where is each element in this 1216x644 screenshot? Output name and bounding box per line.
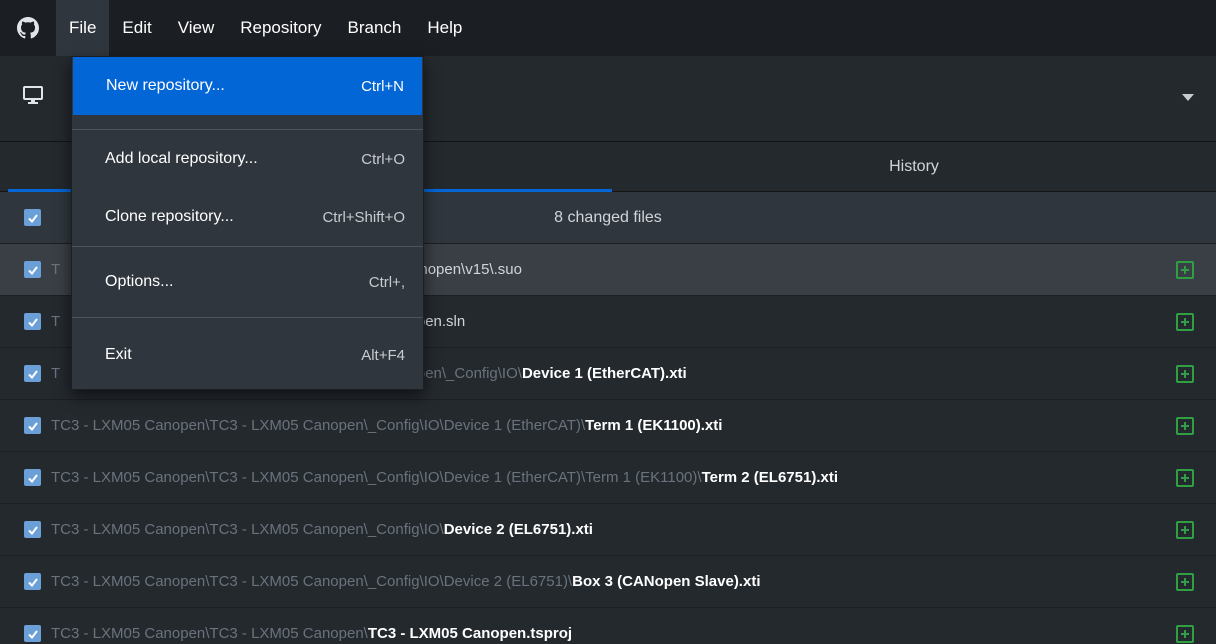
tab-history[interactable]: History — [612, 142, 1216, 192]
file-checkbox[interactable] — [24, 573, 41, 590]
menu-item-shortcut: Ctrl+Shift+O — [322, 208, 405, 226]
menu-item-new-repository[interactable]: New repository... Ctrl+N — [73, 57, 422, 115]
file-name: Device 1 (EtherCAT).xti — [521, 365, 687, 382]
file-dir: T — [51, 365, 61, 382]
file-row[interactable]: TC3 - LXM05 Canopen\TC3 - LXM05 Canopen\… — [0, 504, 1216, 556]
file-added-icon — [1176, 313, 1194, 331]
menu-item-exit[interactable]: Exit Alt+F4 — [72, 318, 423, 392]
caret-down-icon[interactable] — [1182, 94, 1194, 101]
menu-item-label: Exit — [105, 346, 132, 363]
menu-item-label: Options... — [105, 273, 174, 290]
file-name: Term 1 (EK1100).xti — [585, 417, 723, 434]
menu-item-label: New repository... — [106, 77, 225, 94]
menu-bar: File Edit View Repository Branch Help — [0, 0, 1216, 56]
menu-item-options[interactable]: Options... Ctrl+, — [72, 247, 423, 317]
menu-item-shortcut: Ctrl+O — [361, 150, 405, 168]
menu-item-add-local-repository[interactable]: Add local repository... Ctrl+O — [72, 130, 423, 188]
menu-item-label: Add local repository... — [105, 150, 258, 167]
file-path: TC3 - LXM05 Canopen\TC3 - LXM05 Canopen\… — [51, 573, 760, 590]
file-added-icon — [1176, 469, 1194, 487]
menu-item-shortcut: Ctrl+, — [368, 273, 405, 291]
menu: File Edit View Repository Branch Help — [56, 0, 475, 56]
desktop-icon[interactable] — [22, 84, 44, 111]
file-path: TC3 - LXM05 Canopen\TC3 - LXM05 Canopen\… — [51, 417, 722, 434]
file-checkbox[interactable] — [24, 469, 41, 486]
menu-item-label: Clone repository... — [105, 208, 234, 225]
menu-repository[interactable]: Repository — [227, 0, 334, 56]
file-row[interactable]: TC3 - LXM05 Canopen\TC3 - LXM05 Canopen\… — [0, 608, 1216, 644]
file-dir: TC3 - LXM05 Canopen\TC3 - LXM05 Canopen\… — [51, 573, 573, 590]
menu-file[interactable]: File — [56, 0, 110, 56]
menu-item-shortcut: Alt+F4 — [361, 346, 405, 364]
menu-branch[interactable]: Branch — [335, 0, 415, 56]
menu-edit[interactable]: Edit — [109, 0, 164, 56]
file-added-icon — [1176, 417, 1194, 435]
file-dir: T — [51, 313, 61, 330]
menu-view[interactable]: View — [165, 0, 228, 56]
github-icon[interactable] — [0, 0, 56, 56]
file-checkbox[interactable] — [24, 365, 41, 382]
file-menu-dropdown: New repository... Ctrl+N Add local repos… — [71, 56, 424, 390]
file-row[interactable]: TC3 - LXM05 Canopen\TC3 - LXM05 Canopen\… — [0, 556, 1216, 608]
file-row[interactable]: TC3 - LXM05 Canopen\TC3 - LXM05 Canopen\… — [0, 452, 1216, 504]
file-dir: TC3 - LXM05 Canopen\TC3 - LXM05 Canopen\ — [51, 625, 368, 642]
file-added-icon — [1176, 625, 1194, 643]
file-path: TC3 - LXM05 Canopen\TC3 - LXM05 Canopen\… — [51, 625, 572, 642]
file-checkbox[interactable] — [24, 313, 41, 330]
file-dir: TC3 - LXM05 Canopen\TC3 - LXM05 Canopen\… — [51, 469, 702, 486]
file-name: TC3 - LXM05 Canopen.tsproj — [367, 625, 573, 642]
file-checkbox[interactable] — [24, 625, 41, 642]
file-dir: T — [51, 261, 61, 278]
file-dir: TC3 - LXM05 Canopen\TC3 - LXM05 Canopen\… — [51, 417, 586, 434]
file-checkbox[interactable] — [24, 417, 41, 434]
file-checkbox[interactable] — [24, 261, 41, 278]
file-name: Device 2 (EL6751).xti — [443, 521, 593, 538]
menu-item-clone-repository[interactable]: Clone repository... Ctrl+Shift+O — [72, 188, 423, 246]
menu-help[interactable]: Help — [414, 0, 475, 56]
file-name: Term 2 (EL6751).xti — [701, 469, 839, 486]
file-added-icon — [1176, 365, 1194, 383]
file-row[interactable]: TC3 - LXM05 Canopen\TC3 - LXM05 Canopen\… — [0, 400, 1216, 452]
file-path: TC3 - LXM05 Canopen\TC3 - LXM05 Canopen\… — [51, 521, 593, 538]
file-checkbox[interactable] — [24, 521, 41, 538]
file-dir: TC3 - LXM05 Canopen\TC3 - LXM05 Canopen\… — [51, 521, 444, 538]
menu-item-shortcut: Ctrl+N — [361, 77, 404, 95]
file-name: Box 3 (CANopen Slave).xti — [572, 573, 761, 590]
file-added-icon — [1176, 521, 1194, 539]
file-path: TC3 - LXM05 Canopen\TC3 - LXM05 Canopen\… — [51, 469, 838, 486]
file-added-icon — [1176, 573, 1194, 591]
file-added-icon — [1176, 261, 1194, 279]
